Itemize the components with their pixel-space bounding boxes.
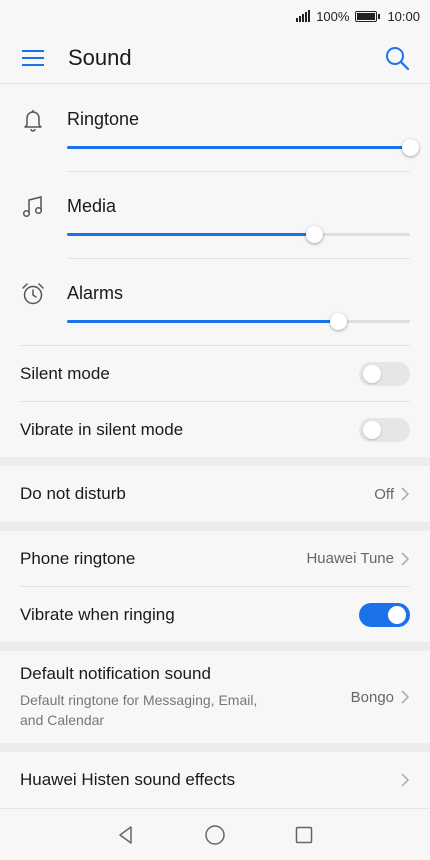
music-note-icon	[20, 194, 46, 220]
clock: 10:00	[387, 8, 420, 24]
bell-icon	[20, 107, 46, 133]
settings-content: Ringtone Media Alarms Silent mode Vibrat…	[0, 85, 430, 807]
home-icon[interactable]	[204, 824, 226, 846]
alarms-volume-slider[interactable]	[67, 313, 410, 330]
menu-icon[interactable]	[20, 45, 46, 71]
phone-ringtone-value: Huawei Tune	[306, 550, 394, 567]
notification-sound-row[interactable]: Default notification sound Default ringt…	[0, 651, 430, 743]
chevron-right-icon	[401, 551, 410, 566]
histen-sound-effects-row[interactable]: Huawei Histen sound effects	[0, 752, 430, 807]
search-icon[interactable]	[384, 45, 410, 71]
chevron-right-icon	[401, 772, 410, 787]
silent-mode-label: Silent mode	[20, 363, 110, 383]
silent-mode-toggle[interactable]	[359, 361, 410, 386]
notification-sound-label: Default notification sound	[20, 664, 211, 683]
slider-thumb[interactable]	[305, 226, 323, 243]
chevron-right-icon	[401, 487, 410, 501]
vibrate-ringing-toggle[interactable]	[359, 602, 410, 627]
chevron-right-icon	[401, 690, 410, 704]
alarms-volume-row: Alarms	[0, 259, 430, 346]
media-volume-row: Media	[0, 172, 430, 259]
phone-ringtone-row[interactable]: Phone ringtone Huawei Tune	[0, 531, 430, 586]
do-not-disturb-value: Off	[374, 485, 394, 503]
vibrate-ringing-label: Vibrate when ringing	[20, 604, 175, 624]
ringtone-volume-row: Ringtone	[0, 85, 430, 172]
vibrate-ringing-row[interactable]: Vibrate when ringing	[0, 587, 430, 642]
recents-icon[interactable]	[294, 825, 314, 845]
notification-sound-value: Bongo	[350, 688, 394, 706]
alarms-volume-label: Alarms	[67, 283, 124, 303]
media-volume-slider[interactable]	[67, 226, 410, 243]
page-title: Sound	[68, 44, 132, 70]
histen-label: Huawei Histen sound effects	[20, 769, 236, 789]
navigation-bar	[0, 808, 430, 860]
phone-ringtone-label: Phone ringtone	[20, 548, 136, 568]
status-bar: 100% 10:00	[0, 0, 430, 32]
vibrate-silent-toggle[interactable]	[359, 417, 410, 442]
alarm-clock-icon	[20, 281, 46, 307]
ringtone-volume-slider[interactable]	[67, 139, 419, 156]
notification-sound-description: Default ringtone for Messaging, Email, a…	[20, 692, 258, 728]
media-volume-label: Media	[67, 196, 117, 216]
signal-icon	[296, 10, 311, 22]
vibrate-silent-row[interactable]: Vibrate in silent mode	[0, 402, 430, 457]
back-icon[interactable]	[116, 825, 136, 845]
slider-thumb[interactable]	[329, 313, 347, 330]
do-not-disturb-label: Do not disturb	[20, 484, 126, 503]
battery-icon	[355, 10, 381, 22]
vibrate-silent-label: Vibrate in silent mode	[20, 419, 184, 439]
do-not-disturb-row[interactable]: Do not disturb Off	[0, 466, 430, 522]
ringtone-volume-label: Ringtone	[67, 109, 140, 129]
silent-mode-row[interactable]: Silent mode	[0, 346, 430, 401]
battery-percentage: 100%	[316, 8, 350, 24]
slider-thumb[interactable]	[402, 139, 419, 156]
app-bar: Sound	[0, 32, 430, 84]
